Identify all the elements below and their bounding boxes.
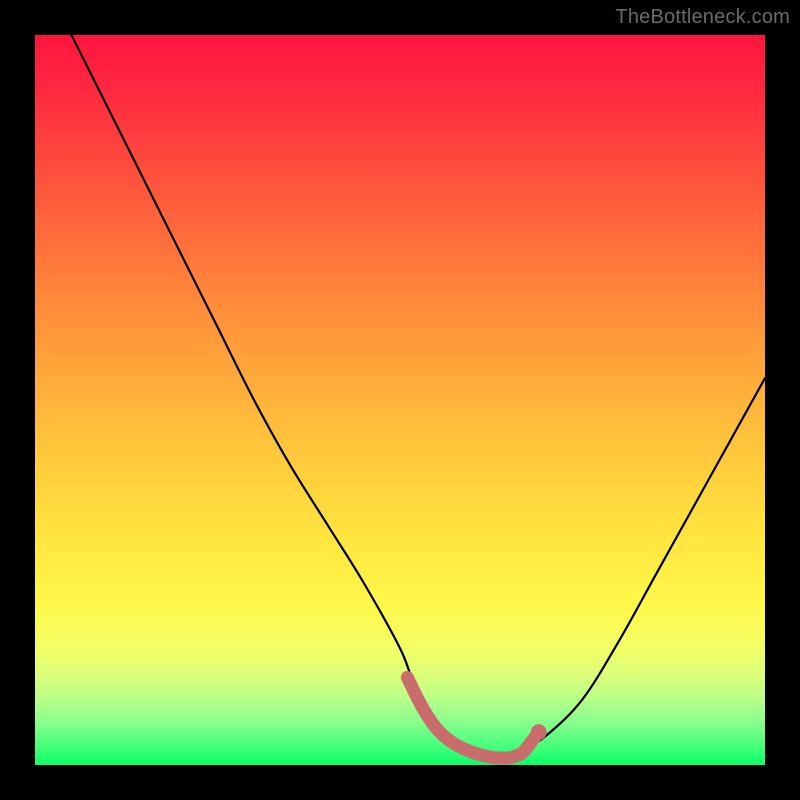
optimal-marker-line <box>407 677 538 758</box>
gradient-plot-area <box>35 35 765 765</box>
optimal-marker-dot <box>531 724 547 740</box>
bottleneck-curve-line <box>72 35 766 758</box>
chart-frame: TheBottleneck.com <box>0 0 800 800</box>
watermark-text: TheBottleneck.com <box>615 6 790 29</box>
chart-svg <box>35 35 765 765</box>
